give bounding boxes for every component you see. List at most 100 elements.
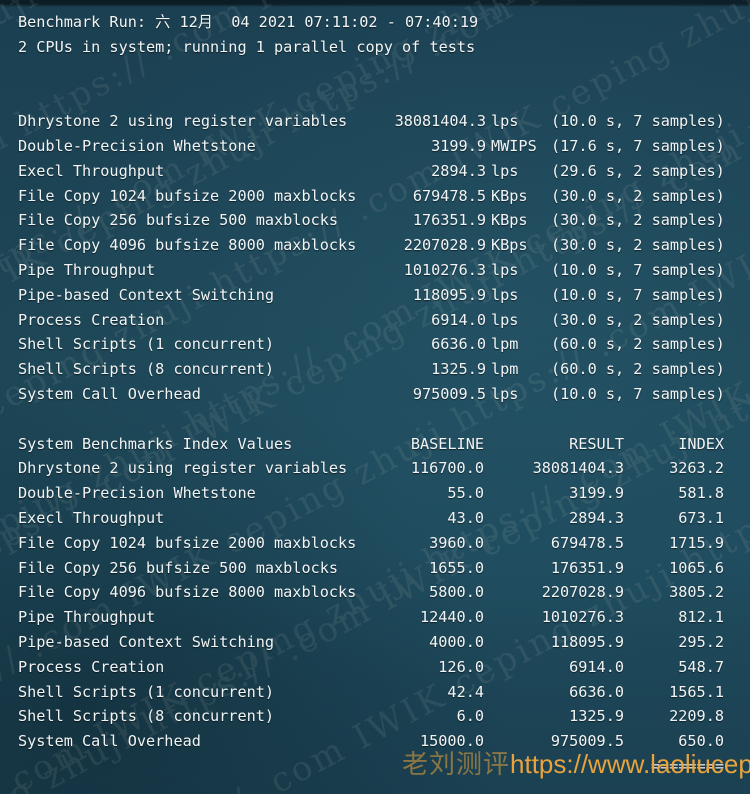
terminal-screenshot: zhuji https:// .com IWIK ceping zhuji ht… <box>0 0 750 794</box>
index-row-result: 2207028.9 <box>541 583 624 602</box>
index-row-name: File Copy 1024 bufsize 2000 maxblocks <box>18 533 357 552</box>
index-row-name: Pipe Throughput <box>18 608 156 627</box>
benchmark-value: 3199.9 <box>431 136 486 155</box>
cpu-info-line: 2 CPUs in system; running 1 parallel cop… <box>18 37 476 56</box>
index-row-index: 1565.1 <box>669 682 724 701</box>
index-row-baseline: 12440.0 <box>419 608 484 627</box>
benchmark-result-row: Process Creation 6914.0 lps (30.0 s, 2 samp… <box>18 308 750 333</box>
benchmark-name: File Copy 4096 bufsize 8000 maxblocks <box>18 236 357 255</box>
index-table-row: Shell Scripts (1 concurrent) 42.4 6636.0 15… <box>18 680 750 705</box>
index-row-baseline: 3960.0 <box>429 533 484 552</box>
benchmark-unit: lpm <box>491 335 519 354</box>
index-row-index: 1065.6 <box>669 558 724 577</box>
index-row-baseline: 126.0 <box>438 657 484 676</box>
benchmark-timing: (30.0 s, 2 samples) <box>551 236 725 255</box>
benchmark-name: Double-Precision Whetstone <box>18 136 256 155</box>
benchmark-value: 176351.9 <box>412 211 486 230</box>
benchmark-unit: KBps <box>491 186 528 205</box>
index-row-name: Shell Scripts (1 concurrent) <box>18 682 275 701</box>
benchmark-result-row: Pipe Throughput 1010276.3 lps (10.0 s, 7 sa… <box>18 258 750 283</box>
index-row-baseline: 6.0 <box>456 707 484 726</box>
index-row-result: 2894.3 <box>569 508 624 527</box>
benchmark-value: 118095.9 <box>412 285 486 304</box>
index-row-index: 1715.9 <box>669 533 724 552</box>
benchmark-result-row: Pipe-based Context Switching 118095.9 lps (… <box>18 283 750 308</box>
benchmark-timing: (10.0 s, 7 samples) <box>551 285 725 304</box>
index-row-index: 3263.2 <box>669 459 724 478</box>
index-row-result: 38081404.3 <box>532 459 624 478</box>
benchmark-result-row: File Copy 1024 bufsize 2000 maxblocks 679… <box>18 184 750 209</box>
benchmark-timing: (60.0 s, 2 samples) <box>551 335 725 354</box>
index-row-result: 6636.0 <box>569 682 624 701</box>
benchmark-value: 1325.9 <box>431 360 486 379</box>
index-row-name: File Copy 256 bufsize 500 maxblocks <box>18 558 339 577</box>
index-row-name: System Call Overhead <box>18 732 201 751</box>
benchmark-value: 1010276.3 <box>403 260 486 279</box>
benchmark-unit: lps <box>491 310 519 329</box>
benchmark-result-row: Shell Scripts (1 concurrent) 6636.0 lpm (60… <box>18 332 750 357</box>
index-row-baseline: 116700.0 <box>410 459 484 478</box>
benchmark-name: Shell Scripts (1 concurrent) <box>18 335 275 354</box>
benchmark-timing: (60.0 s, 2 samples) <box>551 360 725 379</box>
benchmark-name: Execl Throughput <box>18 161 165 180</box>
benchmark-name: File Copy 1024 bufsize 2000 maxblocks <box>18 186 357 205</box>
benchmark-timing: (10.0 s, 7 samples) <box>551 260 725 279</box>
index-table-row: File Copy 1024 bufsize 2000 maxblocks 396… <box>18 531 750 556</box>
index-row-index: 2209.8 <box>669 707 724 726</box>
benchmark-result-row: Dhrystone 2 using register variables 3808… <box>18 109 750 134</box>
index-row-result: 3199.9 <box>569 484 624 503</box>
index-table-row: Double-Precision Whetstone 55.0 3199.9 581.… <box>18 481 750 506</box>
index-row-name: Double-Precision Whetstone <box>18 484 256 503</box>
benchmark-result-row: Execl Throughput 2894.3 lps (29.6 s, 2 samp… <box>18 159 750 184</box>
index-row-index: 581.8 <box>678 484 724 503</box>
benchmark-unit: MWIPS <box>491 136 537 155</box>
benchmark-result-row: System Call Overhead 975009.5 lps (10.0 s, … <box>18 382 750 407</box>
index-row-baseline: 4000.0 <box>429 632 484 651</box>
index-row-baseline: 1655.0 <box>429 558 484 577</box>
index-row-result: 679478.5 <box>550 533 624 552</box>
column-header-index: INDEX <box>678 434 724 453</box>
benchmark-value: 2207028.9 <box>403 236 486 255</box>
index-row-result: 1010276.3 <box>541 608 624 627</box>
index-row-name: Shell Scripts (8 concurrent) <box>18 707 275 726</box>
benchmark-value: 6914.0 <box>431 310 486 329</box>
index-table-title: System Benchmarks Index Values <box>18 434 293 453</box>
benchmark-timing: (10.0 s, 7 samples) <box>551 112 725 131</box>
index-row-name: Pipe-based Context Switching <box>18 632 275 651</box>
column-header-baseline: BASELINE <box>410 434 484 453</box>
benchmark-timing: (30.0 s, 2 samples) <box>551 186 725 205</box>
benchmark-value: 6636.0 <box>431 335 486 354</box>
site-url-watermark: 老刘测评https://www.laoliuceping.com <box>402 751 750 777</box>
index-row-result: 118095.9 <box>550 632 624 651</box>
benchmark-unit: lps <box>491 384 519 403</box>
benchmark-result-row: Shell Scripts (8 concurrent) 1325.9 lpm (60… <box>18 357 750 382</box>
index-row-name: Process Creation <box>18 657 165 676</box>
index-row-name: Execl Throughput <box>18 508 165 527</box>
benchmark-name: File Copy 256 bufsize 500 maxblocks <box>18 211 339 230</box>
benchmark-unit: KBps <box>491 236 528 255</box>
index-table-row: Pipe Throughput 12440.0 1010276.3 812.1 <box>18 605 750 630</box>
benchmark-results-block: Dhrystone 2 using register variables 3808… <box>18 109 750 407</box>
index-row-name: Dhrystone 2 using register variables <box>18 459 348 478</box>
index-row-index: 673.1 <box>678 508 724 527</box>
index-row-baseline: 43.0 <box>447 508 484 527</box>
benchmark-timing: (30.0 s, 2 samples) <box>551 310 725 329</box>
index-row-index: 812.1 <box>678 608 724 627</box>
index-row-name: File Copy 4096 bufsize 8000 maxblocks <box>18 583 357 602</box>
benchmark-value: 38081404.3 <box>394 112 486 131</box>
benchmark-result-row: File Copy 256 bufsize 500 maxblocks 17635… <box>18 208 750 233</box>
index-row-baseline: 55.0 <box>447 484 484 503</box>
index-table-body: Dhrystone 2 using register variables 1167… <box>18 456 750 754</box>
benchmark-timing: (29.6 s, 2 samples) <box>551 161 725 180</box>
index-row-result: 176351.9 <box>550 558 624 577</box>
benchmark-result-row: File Copy 4096 bufsize 8000 maxblocks 220… <box>18 233 750 258</box>
benchmark-unit: KBps <box>491 211 528 230</box>
index-table-row: Process Creation 126.0 6914.0 548.7 <box>18 655 750 680</box>
benchmark-name: Pipe-based Context Switching <box>18 285 275 304</box>
index-row-index: 295.2 <box>678 632 724 651</box>
index-row-index: 3805.2 <box>669 583 724 602</box>
benchmark-value: 975009.5 <box>412 384 486 403</box>
